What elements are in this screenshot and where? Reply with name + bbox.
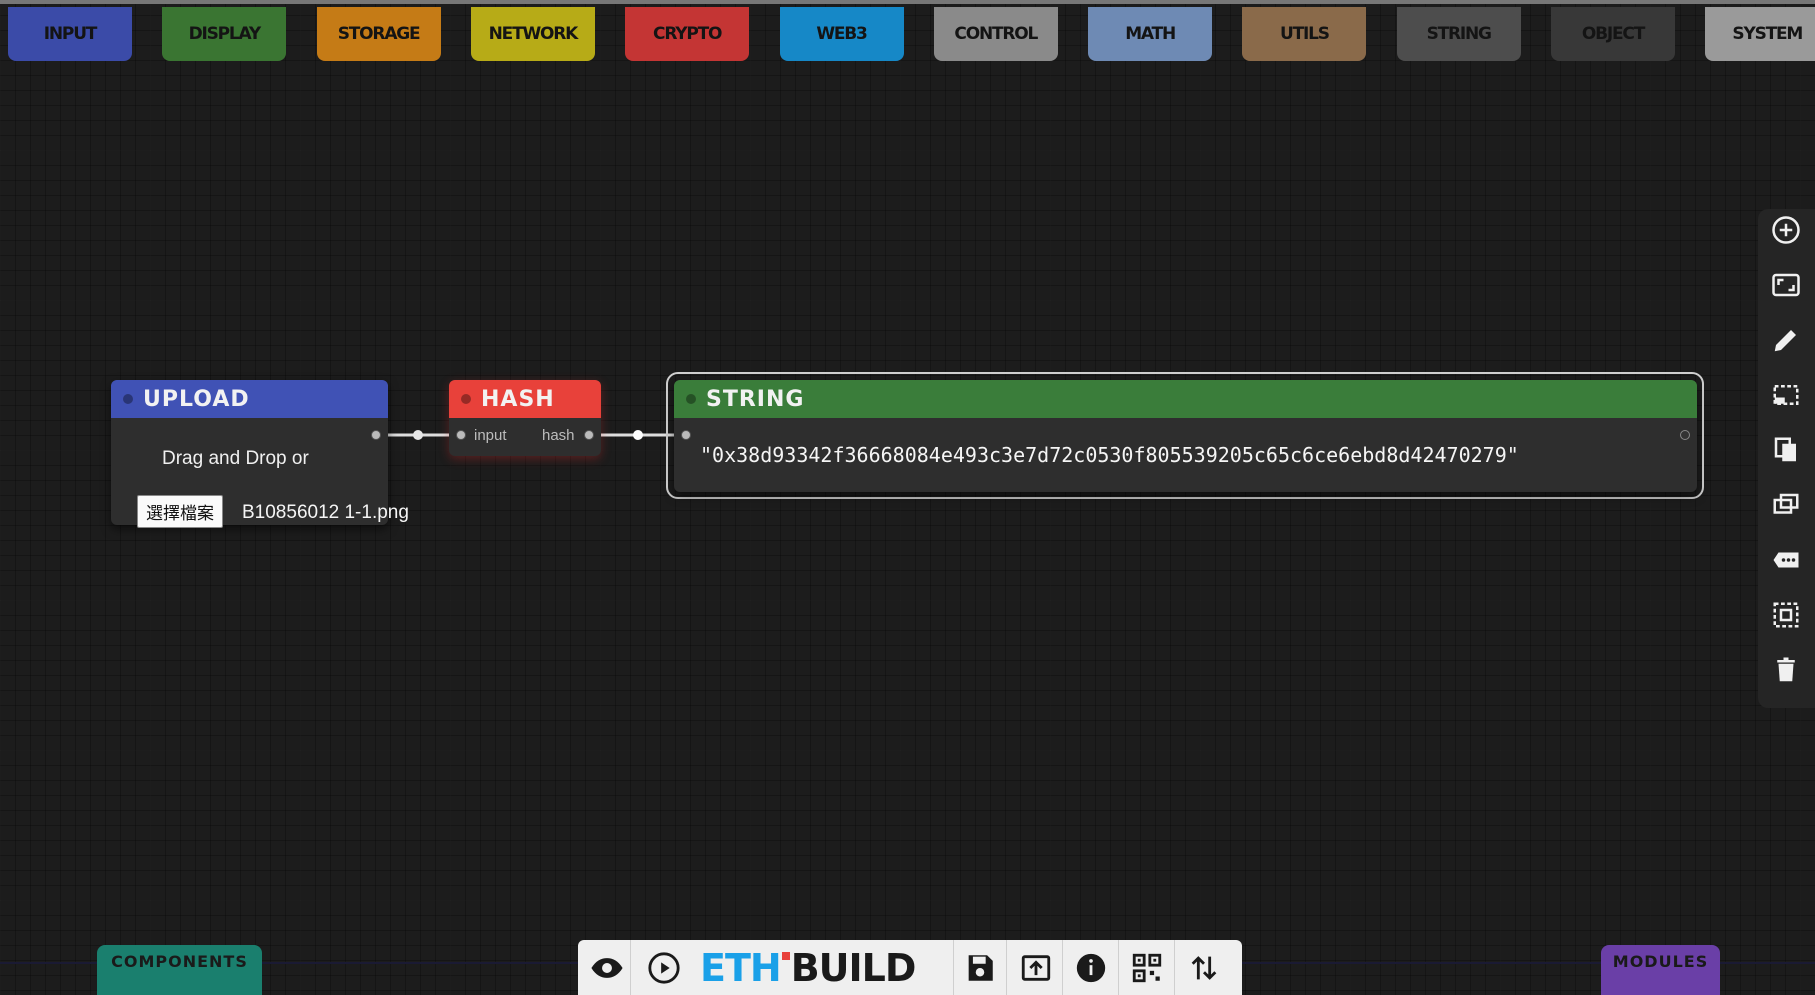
right-toolbar xyxy=(1758,209,1815,708)
select-all-icon[interactable] xyxy=(1771,600,1801,630)
choose-file-button[interactable]: 選擇檔案 xyxy=(137,495,223,528)
modules-tab[interactable]: MODULES xyxy=(1601,945,1720,995)
fit-screen-icon[interactable] xyxy=(1771,270,1801,300)
toolbar-separator xyxy=(1062,940,1063,995)
select-area-icon[interactable] xyxy=(1771,380,1801,410)
logo-eth: ETH xyxy=(700,945,782,990)
save-icon[interactable] xyxy=(963,951,997,985)
logo-build: BUILD xyxy=(790,945,917,990)
string-value[interactable]: "0x38d93342f36668084e493c3e7d72c0530f805… xyxy=(700,443,1519,467)
logo-mark xyxy=(781,952,790,960)
hash-input-label: input xyxy=(474,427,507,444)
hash-output-label: hash xyxy=(542,427,575,444)
upload-output-slot[interactable] xyxy=(371,430,381,440)
string-node[interactable]: STRING "0x38d93342f36668084e493c3e7d72c0… xyxy=(674,380,1697,492)
trash-icon[interactable] xyxy=(1771,655,1801,685)
node-collapse-dot[interactable] xyxy=(461,394,471,404)
hash-node-title: HASH xyxy=(481,386,555,412)
components-label: COMPONENTS xyxy=(111,952,248,971)
hash-output-slot[interactable] xyxy=(584,430,594,440)
copy-icon[interactable] xyxy=(1771,435,1801,465)
toolbar-separator xyxy=(953,940,954,995)
string-input-slot[interactable] xyxy=(681,430,691,440)
wire-handle xyxy=(633,430,643,440)
eye-icon[interactable] xyxy=(590,951,624,985)
hash-node-header[interactable]: HASH xyxy=(449,380,601,418)
upload-node[interactable]: UPLOAD Drag and Drop or 選擇檔案 B10856012 1… xyxy=(111,380,409,528)
node-collapse-dot[interactable] xyxy=(123,394,133,404)
string-node-title: STRING xyxy=(706,386,805,412)
qr-icon[interactable] xyxy=(1130,951,1164,985)
hash-node[interactable]: HASH input hash xyxy=(449,380,601,456)
components-tab[interactable]: COMPONENTS xyxy=(97,945,262,995)
node-collapse-dot[interactable] xyxy=(686,394,696,404)
toolbar-separator xyxy=(1006,940,1007,995)
load-icon[interactable] xyxy=(1019,951,1053,985)
string-output-slot[interactable] xyxy=(1680,430,1690,440)
toolbar-separator xyxy=(1174,940,1175,995)
swap-icon[interactable] xyxy=(1187,951,1221,985)
hash-input-slot[interactable] xyxy=(456,430,466,440)
wire-handle xyxy=(413,430,423,440)
edit-pencil-icon[interactable] xyxy=(1771,325,1801,355)
toolbar-separator xyxy=(1118,940,1119,995)
upload-drop-text: Drag and Drop or xyxy=(162,448,309,469)
string-node-header[interactable]: STRING xyxy=(674,380,1697,418)
comment-icon[interactable] xyxy=(1771,545,1801,575)
upload-node-title: UPLOAD xyxy=(143,386,250,412)
add-circle-icon[interactable] xyxy=(1771,215,1801,245)
ethbuild-logo[interactable]: ETH BUILD xyxy=(700,942,917,993)
duplicate-icon[interactable] xyxy=(1771,490,1801,520)
play-icon[interactable] xyxy=(647,951,681,985)
info-icon[interactable] xyxy=(1074,951,1108,985)
selected-file-name: B10856012 1-1.png xyxy=(242,502,409,523)
modules-label: MODULES xyxy=(1612,952,1709,971)
bottom-toolbar: ETH BUILD xyxy=(578,940,1242,995)
toolbar-separator xyxy=(630,940,631,995)
upload-node-header[interactable]: UPLOAD xyxy=(111,380,388,418)
